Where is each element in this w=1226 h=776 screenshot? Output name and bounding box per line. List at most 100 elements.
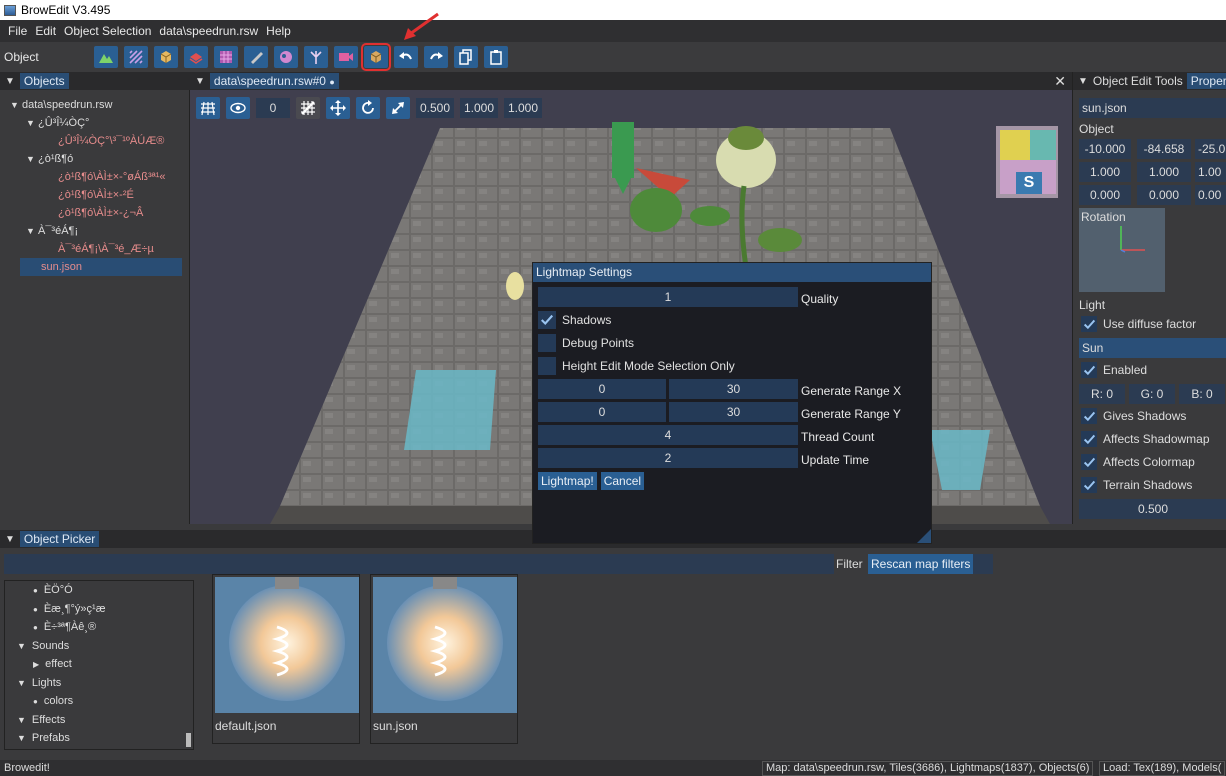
debug-points-row[interactable]: Debug Points	[538, 333, 634, 353]
affects-shadowmap-row[interactable]: Affects Shadowmap	[1081, 431, 1210, 447]
expand-arrow-icon[interactable]: ▼	[10, 96, 22, 114]
tree-item-object[interactable]: ¿ò¹ß¶ó\ÀÌ±×-¿¬Â	[0, 204, 190, 222]
rotation-x-input[interactable]: 0.000	[1079, 185, 1131, 205]
enabled-checkbox[interactable]	[1081, 362, 1097, 378]
dialog-title[interactable]: Lightmap Settings	[533, 263, 931, 282]
texture-mode-button[interactable]	[124, 46, 148, 68]
rotation-y-input[interactable]: 0.000	[1137, 185, 1191, 205]
terrain-shadows-checkbox[interactable]	[1081, 477, 1097, 493]
gat-mode-button[interactable]	[214, 46, 238, 68]
range-x-min-input[interactable]: 0	[538, 379, 666, 399]
tree-item-group[interactable]: ▼ ¿ò¹ß¶ó	[0, 150, 190, 168]
range-y-max-input[interactable]: 30	[669, 402, 798, 422]
color-g-input[interactable]: G: 0	[1129, 384, 1175, 404]
scale-y-input[interactable]: 1.000	[1137, 162, 1191, 182]
height-edit-checkbox[interactable]	[538, 357, 556, 375]
range-x-max-input[interactable]: 30	[669, 379, 798, 399]
enabled-row[interactable]: Enabled	[1081, 362, 1147, 378]
collapse-triangle-icon[interactable]: ▼	[0, 76, 20, 87]
tree-item-object[interactable]: ¿Û³Î¼ÒÇ°\³¯¹ºÀÚÆ®	[0, 132, 190, 150]
color-b-input[interactable]: B: 0	[1179, 384, 1225, 404]
rotation-preview[interactable]: Rotation	[1079, 208, 1165, 292]
translate-snap-input[interactable]: 1.000	[504, 98, 542, 118]
expand-arrow-icon[interactable]: ▼	[17, 641, 26, 651]
tree-item-object[interactable]: À¯³éÁ¶¡\À¯³é_Æ÷µ	[0, 240, 190, 258]
tree-item-group[interactable]: ▼ ¿Û³Î¼ÒÇ°	[0, 114, 190, 132]
range-y-min-input[interactable]: 0	[538, 402, 666, 422]
use-diffuse-checkbox[interactable]	[1081, 316, 1097, 332]
thumbnail-default-json[interactable]: default.json	[212, 574, 360, 744]
expand-arrow-icon[interactable]: ▼	[26, 114, 38, 132]
translate-tool-button[interactable]	[326, 97, 350, 119]
tab-object-edit-tools[interactable]: Object Edit Tools	[1093, 74, 1187, 88]
scale-snap-input[interactable]: 0.500	[416, 98, 454, 118]
menu-object-selection[interactable]: Object Selection	[60, 24, 155, 38]
rescan-map-filters-button[interactable]: Rescan map filters	[868, 554, 974, 574]
picker-tree-item-prefabs[interactable]: ▼ Prefabs	[5, 729, 193, 748]
tree-item-object[interactable]: ¿ò¹ß¶ó\ÀÌ±×-°øÁß³ª¹«	[0, 168, 190, 186]
lightmap-run-button[interactable]: Lightmap!	[538, 472, 597, 490]
close-icon[interactable]: ✕	[1054, 73, 1066, 90]
gives-shadows-row[interactable]: Gives Shadows	[1081, 408, 1186, 424]
picker-tree-item-sounds[interactable]: ▼ Sounds	[5, 637, 193, 656]
menu-edit[interactable]: Edit	[31, 24, 60, 38]
collapse-triangle-icon[interactable]: ▼	[1073, 76, 1093, 87]
scale-z-input[interactable]: 1.00	[1195, 162, 1226, 182]
scale-x-input[interactable]: 1.000	[1079, 162, 1131, 182]
shadows-row[interactable]: Shadows	[538, 310, 611, 330]
grid-toggle-button[interactable]	[196, 97, 220, 119]
expand-arrow-icon[interactable]: ▼	[17, 678, 26, 688]
heightmap-mode-button[interactable]	[94, 46, 118, 68]
resize-grip-icon[interactable]	[917, 529, 931, 543]
intensity-slider[interactable]: 0.500	[1079, 499, 1226, 519]
scale-tool-button[interactable]	[386, 97, 410, 119]
collapsed-arrow-icon[interactable]: ▶	[33, 660, 39, 669]
visibility-button[interactable]	[226, 97, 250, 119]
thumbnail-sun-json[interactable]: sun.json	[370, 574, 518, 744]
debug-points-checkbox[interactable]	[538, 334, 556, 352]
menu-file[interactable]: File	[4, 24, 31, 38]
menu-help[interactable]: Help	[262, 24, 295, 38]
thread-count-input[interactable]: 4	[538, 425, 798, 445]
cancel-button[interactable]: Cancel	[600, 472, 645, 490]
redo-button[interactable]	[424, 46, 448, 68]
picker-tree-item-effect[interactable]: ▶ effect	[5, 655, 193, 674]
sprite-button[interactable]	[274, 46, 298, 68]
tree-item-object[interactable]: ¿ò¹ß¶ó\ÀÌ±×-²É	[0, 186, 190, 204]
sun-section-header[interactable]: Sun	[1079, 338, 1226, 358]
expand-arrow-icon[interactable]: ▼	[26, 150, 38, 168]
viewport-tab-label[interactable]: data\speedrun.rsw#0 ●	[209, 73, 339, 89]
terrain-shadows-row[interactable]: Terrain Shadows	[1081, 477, 1192, 493]
picker-tree-scrollbar[interactable]	[186, 733, 191, 747]
update-time-input[interactable]: 2	[538, 448, 798, 468]
view-gizmo-label[interactable]: S	[1016, 172, 1042, 194]
paste-button[interactable]	[484, 46, 508, 68]
camera-button[interactable]	[334, 46, 358, 68]
position-z-input[interactable]: -25.0	[1195, 139, 1226, 159]
picker-tree-item-colors[interactable]: ● colors	[5, 692, 193, 711]
tree-item-map[interactable]: ▼ data\speedrun.rsw	[0, 96, 190, 114]
picker-tree-item-lights[interactable]: ▼ Lights	[5, 674, 193, 693]
expand-arrow-icon[interactable]: ▼	[17, 733, 26, 743]
height-edit-row[interactable]: Height Edit Mode Selection Only	[538, 356, 735, 376]
collapse-triangle-icon[interactable]: ▼	[190, 76, 210, 87]
affects-colormap-checkbox[interactable]	[1081, 454, 1097, 470]
picker-tree-item[interactable]: ● È÷³ª¶Àê¸®	[5, 618, 193, 637]
filter-input[interactable]	[4, 554, 834, 574]
picker-tree-item[interactable]: ● Èæ¸¶°ý»ç¹æ	[5, 600, 193, 619]
lightmap-button[interactable]	[361, 43, 391, 71]
position-y-input[interactable]: -84.658	[1137, 139, 1191, 159]
rotation-z-input[interactable]: 0.00	[1195, 185, 1226, 205]
menu-map-file[interactable]: data\speedrun.rsw	[155, 24, 262, 38]
effect-button[interactable]	[304, 46, 328, 68]
viewport-tab[interactable]: ▼ data\speedrun.rsw#0 ●	[190, 72, 339, 90]
position-x-input[interactable]: -10.000	[1079, 139, 1131, 159]
expand-arrow-icon[interactable]: ▼	[17, 715, 26, 725]
quality-input[interactable]: 1	[538, 287, 798, 307]
snap-toggle-button[interactable]	[296, 97, 320, 119]
picker-option-button[interactable]	[973, 554, 993, 574]
collapse-triangle-icon[interactable]: ▼	[0, 534, 20, 545]
rotate-snap-input[interactable]: 1.000	[460, 98, 498, 118]
wall-mode-button[interactable]	[184, 46, 208, 68]
shadows-checkbox[interactable]	[538, 311, 556, 329]
